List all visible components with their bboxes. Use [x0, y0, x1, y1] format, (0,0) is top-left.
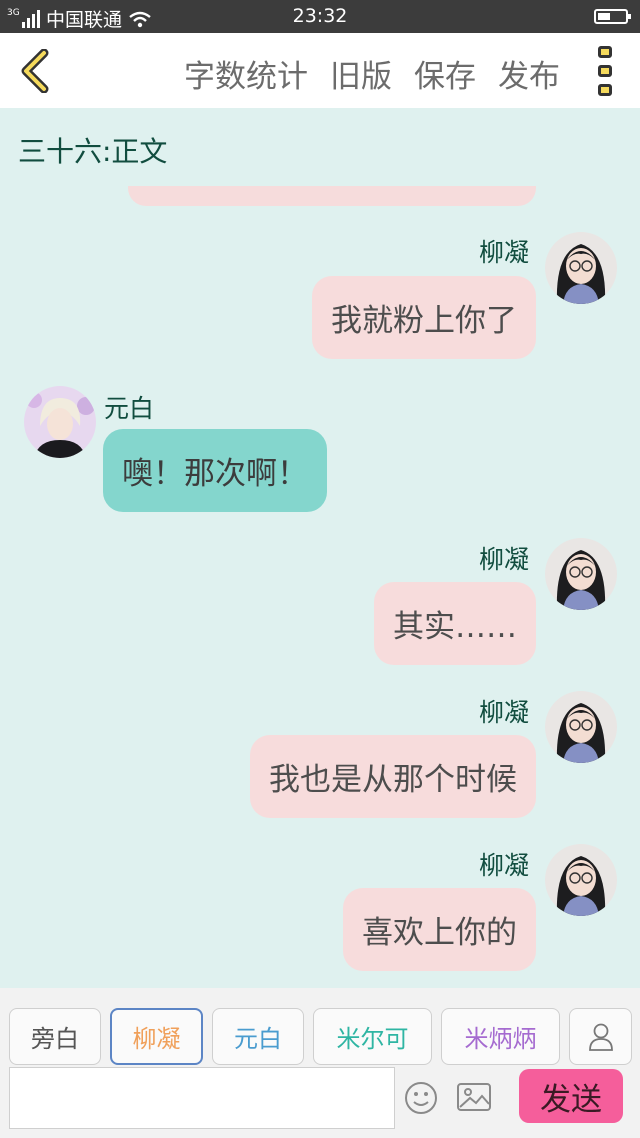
header-toolbar: 字数统计 旧版 保存 发布: [0, 33, 640, 108]
speaker-name: 柳凝: [479, 238, 530, 267]
message-bubble[interactable]: 我就粉上你了: [312, 276, 536, 359]
image-icon[interactable]: [456, 1081, 492, 1113]
character-chip-liuning[interactable]: 柳凝: [110, 1008, 203, 1065]
send-button[interactable]: 发送: [519, 1069, 623, 1123]
character-chip-mibingbing[interactable]: 米炳炳: [441, 1008, 560, 1065]
smiley-icon[interactable]: [404, 1081, 438, 1115]
save-button[interactable]: 保存: [414, 51, 476, 96]
message-input[interactable]: [10, 1068, 394, 1128]
speaker-name: 柳凝: [479, 851, 530, 880]
avatar-liuning[interactable]: [545, 691, 617, 763]
clock: 23:32: [292, 5, 348, 27]
character-chip-narrator[interactable]: 旁白: [9, 1008, 101, 1065]
chapter-title: 三十六:正文: [18, 135, 168, 168]
chevron-left-icon[interactable]: [16, 49, 56, 93]
header-actions: 字数统计 旧版 保存 发布: [184, 51, 560, 96]
message-bubble[interactable]: 噢！那次啊！: [103, 429, 327, 512]
word-count-button[interactable]: 字数统计: [184, 51, 308, 96]
old-version-button[interactable]: 旧版: [330, 51, 392, 96]
message-bubble[interactable]: 喜欢上你的: [343, 888, 536, 971]
previous-message-bubble[interactable]: [128, 186, 536, 206]
battery-icon: [594, 9, 631, 24]
avatar-yuanbai[interactable]: [24, 386, 96, 458]
speaker-name: 柳凝: [479, 545, 530, 574]
character-chip-yuanbai[interactable]: 元白: [212, 1008, 304, 1065]
avatar-liuning[interactable]: [545, 844, 617, 916]
avatar-liuning[interactable]: [545, 232, 617, 304]
status-bar: 3G 中国联通 23:32: [0, 0, 640, 33]
publish-button[interactable]: 发布: [498, 51, 560, 96]
more-vertical-icon[interactable]: [598, 46, 614, 96]
message-bubble[interactable]: 我也是从那个时候: [250, 735, 536, 818]
message-bubble[interactable]: 其实……: [374, 582, 536, 665]
person-icon[interactable]: [569, 1008, 632, 1065]
character-chip-mierke[interactable]: 米尔可: [313, 1008, 432, 1065]
speaker-name: 元白: [104, 394, 155, 423]
speaker-name: 柳凝: [479, 698, 530, 727]
avatar-liuning[interactable]: [545, 538, 617, 610]
message-input-box[interactable]: [9, 1067, 395, 1129]
composer-panel: 旁白 柳凝 元白 米尔可 米炳炳 发送: [0, 988, 640, 1138]
